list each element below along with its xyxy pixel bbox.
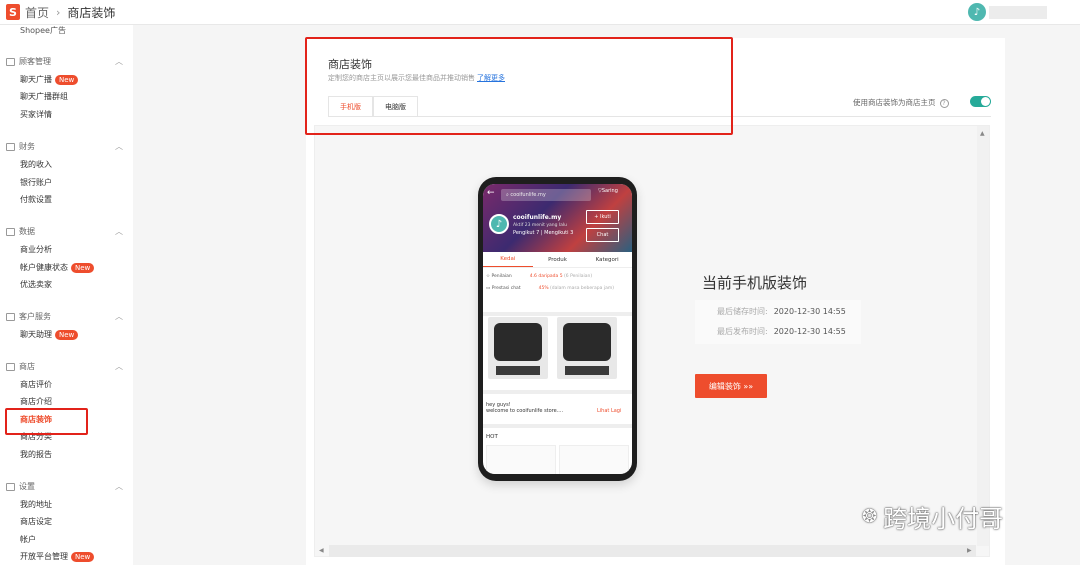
sidebar-section-label: 客户服务 [19, 312, 51, 321]
new-badge: New [55, 330, 79, 340]
phone-preview: ← ⌕ cooifunlife.my ▽Saring ♪ cooifunlife… [478, 177, 637, 481]
product-image [557, 317, 617, 379]
back-arrow-icon: ← [487, 188, 495, 198]
last-saved-row: 最后储存时间: 2020-12-30 14:55 [717, 307, 846, 316]
sidebar: Shopee广告 顾客管理 ︿ 聊天广播 New 聊天广播群组 买家详情 财务 ︿… [0, 25, 133, 565]
last-published-row: 最后发布时间: 2020-12-30 14:55 [717, 327, 846, 336]
chevron-up-icon[interactable]: ︿ [115, 56, 123, 67]
phone-search-bar: ⌕ cooifunlife.my [501, 189, 591, 201]
sidebar-item-account-health[interactable]: 帐户健康状态 New [20, 262, 95, 273]
new-badge: New [71, 552, 95, 562]
shop-active-status: Aktif 23 menit yang lalu [513, 223, 567, 228]
shop-banner: ← ⌕ cooifunlife.my ▽Saring ♪ cooifunlife… [483, 184, 632, 252]
sidebar-item-open-platform[interactable]: 开放平台管理 New [20, 551, 95, 562]
product-image [488, 317, 548, 379]
breadcrumb-home[interactable]: 首页 [25, 4, 49, 21]
sidebar-item-preferred-seller[interactable]: 优选卖家 [20, 279, 52, 290]
edit-decoration-button[interactable]: 编辑装饰 »» [695, 374, 767, 398]
shop-avatar: ♪ [489, 214, 509, 234]
hot-product-card [486, 445, 556, 474]
wallet-icon [6, 142, 15, 151]
sidebar-section-data[interactable]: 数据 [6, 226, 35, 237]
gear-icon [6, 482, 15, 491]
highlight-box-header [305, 37, 733, 135]
sidebar-item-shop-profile[interactable]: 商店介绍 [20, 396, 52, 407]
sidebar-section-label: 数据 [19, 227, 35, 236]
preview-area: ▲ ◀ ▶ ← ⌕ cooifunlife.my ▽Saring ♪ cooif… [314, 125, 990, 557]
hot-product-card [559, 445, 629, 474]
chat-performance-row: ▭ Prestasi chat 45% (dalam masa beberapa … [486, 286, 614, 291]
chat-button: Chat [586, 228, 619, 242]
see-more-link: Lihat Lagi [597, 408, 622, 414]
chevron-up-icon[interactable]: ︿ [115, 311, 123, 322]
sidebar-item-shop-settings[interactable]: 商店设定 [20, 516, 52, 527]
shopee-logo-icon[interactable]: S [6, 4, 20, 20]
scroll-left-icon[interactable]: ◀ [319, 547, 324, 554]
follow-button: + Ikuti [586, 210, 619, 224]
top-bar: S 首页 › 商店装饰 ♪ [0, 0, 1080, 25]
wechat-icon: ❂ [862, 506, 878, 527]
chart-icon [6, 227, 15, 236]
shop-followers: Pengikut 7 | Mengikuti 3 [513, 230, 574, 236]
sidebar-section-label: 顾客管理 [19, 57, 51, 66]
section-divider [483, 390, 632, 394]
user-icon [6, 57, 15, 66]
section-divider [483, 424, 632, 428]
sidebar-item-chat-assistant[interactable]: 聊天助理 New [20, 329, 79, 340]
shop-icon [6, 362, 15, 371]
sidebar-section-label: 商店 [19, 362, 35, 371]
sidebar-item-broadcast-group[interactable]: 聊天广播群组 [20, 91, 68, 102]
chevron-up-icon[interactable]: ︿ [115, 481, 123, 492]
sidebar-item-income[interactable]: 我的收入 [20, 159, 52, 170]
sidebar-section-customers[interactable]: 顾客管理 [6, 56, 51, 67]
sidebar-item-chat-broadcast[interactable]: 聊天广播 New [20, 74, 79, 85]
phone-tab-kategori: Kategori [595, 256, 619, 263]
welcome-text: hey guys! welcome to cooifunlife store...… [486, 402, 564, 414]
breadcrumb-current: 商店装饰 [67, 5, 116, 20]
chat-icon [6, 312, 15, 321]
section-divider [483, 312, 632, 316]
new-badge: New [55, 75, 79, 85]
sidebar-section-settings[interactable]: 设置 [6, 481, 35, 492]
toggle-label: 使用商店装饰为商店主页? [853, 97, 949, 108]
current-decoration-title: 当前手机版装饰 [702, 274, 808, 292]
sidebar-item-business-insights[interactable]: 商业分析 [20, 244, 52, 255]
avatar[interactable]: ♪ [968, 3, 986, 21]
chevron-up-icon[interactable]: ︿ [115, 141, 123, 152]
hot-section-title: HOT [486, 434, 498, 440]
filter-icon: ▽Saring [598, 188, 618, 194]
rating-row: ☆ Penilaian 4.6 daripada 5 (6 Penilaian) [486, 274, 593, 279]
sidebar-item-address[interactable]: 我的地址 [20, 499, 52, 510]
highlight-box-sidebar [5, 408, 88, 435]
username-blurred[interactable] [989, 6, 1047, 19]
sidebar-item-payment[interactable]: 付款设置 [20, 194, 52, 205]
phone-tab-produk: Produk [548, 256, 567, 263]
phone-tab-kedai: Kedai [483, 252, 533, 267]
chevron-up-icon[interactable]: ︿ [115, 361, 123, 372]
sidebar-item-my-reports[interactable]: 我的报告 [20, 449, 52, 460]
chevron-up-icon[interactable]: ︿ [115, 226, 123, 237]
sidebar-section-customer-service[interactable]: 客户服务 [6, 311, 51, 322]
horizontal-scrollbar[interactable] [329, 545, 976, 557]
phone-screen: ← ⌕ cooifunlife.my ▽Saring ♪ cooifunlife… [483, 184, 632, 474]
shop-name: cooifunlife.my [513, 214, 562, 221]
sidebar-section-label: 设置 [19, 482, 35, 491]
sidebar-section-shop[interactable]: 商店 [6, 361, 35, 372]
sidebar-item-shop-rating[interactable]: 商店评价 [20, 379, 52, 390]
sidebar-item-bank[interactable]: 银行账户 [20, 177, 52, 188]
breadcrumb-separator-icon: › [56, 5, 61, 19]
new-badge: New [71, 263, 95, 273]
sidebar-section-label: 财务 [19, 142, 35, 151]
scroll-right-icon[interactable]: ▶ [967, 547, 972, 554]
scroll-up-icon[interactable]: ▲ [980, 130, 985, 137]
use-decoration-toggle[interactable] [970, 96, 991, 107]
sidebar-item-account[interactable]: 帐户 [20, 534, 36, 545]
sidebar-item-buyer-details[interactable]: 买家详情 [20, 109, 52, 120]
vertical-scrollbar[interactable]: ▲ [977, 126, 989, 546]
help-icon[interactable]: ? [939, 99, 949, 108]
sidebar-item-ads[interactable]: Shopee广告 [20, 25, 66, 36]
watermark: ❂ 跨境小付哥 [862, 505, 1004, 533]
phone-tabs: Kedai Produk Kategori [483, 252, 632, 268]
sidebar-section-finance[interactable]: 财务 [6, 141, 35, 152]
